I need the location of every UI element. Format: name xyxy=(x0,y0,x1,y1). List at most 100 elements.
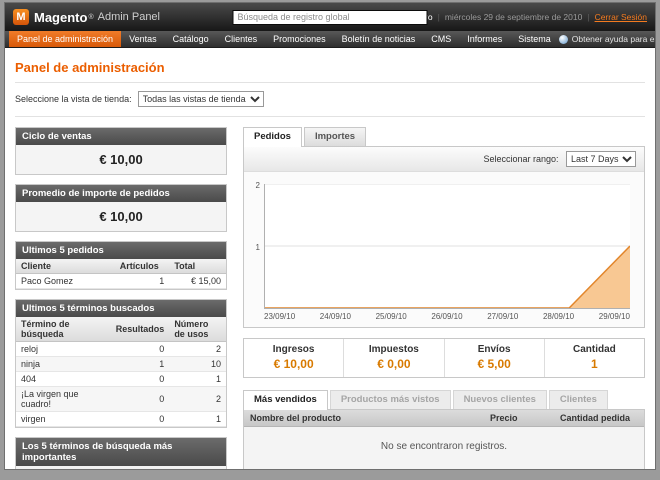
tab-productos-vistos[interactable]: Productos más vistos xyxy=(330,390,451,409)
table-cell: 0 xyxy=(111,412,170,427)
table-row[interactable]: virgen01 xyxy=(16,412,226,427)
table-row[interactable]: reloj02 xyxy=(16,342,226,357)
table-cell: 0 xyxy=(111,372,170,387)
table-cell: Paco Gomez xyxy=(16,274,115,289)
chart-toolbar: Seleccionar rango: Last 7 Days xyxy=(244,147,644,172)
dashboard-columns: Ciclo de ventas € 10,00 Promedio de impo… xyxy=(15,127,645,469)
table-cell: 1 xyxy=(169,412,226,427)
x-axis-label: 23/09/10 xyxy=(264,312,295,321)
help-label: Obtener ayuda para esta página xyxy=(572,34,656,44)
bestsellers-panel: Nombre del producto Precio Cantidad pedi… xyxy=(243,409,645,469)
stat-ingresos: Ingresos € 10,00 xyxy=(244,339,343,377)
plot-area xyxy=(264,184,630,309)
x-axis-label: 24/09/10 xyxy=(320,312,351,321)
logo-text: Magento xyxy=(34,10,87,25)
column-header: Total xyxy=(169,259,226,274)
table-row[interactable]: Paco Gomez1€ 15,00 xyxy=(16,274,226,289)
nav-item-sistema[interactable]: Sistema xyxy=(510,31,559,47)
column-header: Número de usos xyxy=(169,317,226,342)
nav-item-ventas[interactable]: Ventas xyxy=(121,31,165,47)
table-cell: reloj xyxy=(16,342,111,357)
help-link[interactable]: Obtener ayuda para esta página xyxy=(559,31,656,47)
range-select[interactable]: Last 7 Days xyxy=(566,151,636,167)
bestsellers-table: Nombre del producto Precio Cantidad pedi… xyxy=(244,410,644,427)
table-row[interactable]: ¡La virgen que cuadro!02 xyxy=(16,387,226,412)
main-nav: Panel de administración Ventas Catálogo … xyxy=(5,31,655,48)
column-header: Artículos xyxy=(115,259,170,274)
y-axis-label: 2 xyxy=(256,181,260,190)
column-header: Término de búsqueda xyxy=(16,317,111,342)
plot-wrap: 12 xyxy=(248,184,630,309)
table-cell: 2 xyxy=(169,342,226,357)
stat-label: Ingresos xyxy=(248,344,339,355)
products-tabs: Más vendidos Productos más vistos Nuevos… xyxy=(243,390,645,409)
table-cell: 0 xyxy=(111,387,170,412)
column-header: Número de usos xyxy=(169,466,226,469)
panel-title: Ciclo de ventas xyxy=(16,128,226,145)
table-row[interactable]: ninja110 xyxy=(16,357,226,372)
nav-item-clientes[interactable]: Clientes xyxy=(217,31,266,47)
table-cell: ninja xyxy=(16,357,111,372)
tab-importes[interactable]: Importes xyxy=(304,127,366,146)
nav-item-cms[interactable]: CMS xyxy=(423,31,459,47)
area-chart-svg xyxy=(265,184,630,308)
column-header: Nombre del producto xyxy=(244,410,484,427)
global-search-input[interactable] xyxy=(233,10,428,25)
content-area: Panel de administración Seleccione la vi… xyxy=(5,48,655,469)
table-cell: 1 xyxy=(169,372,226,387)
y-axis: 12 xyxy=(248,184,264,309)
last-orders-panel: Ultimos 5 pedidos Cliente Artículos Tota… xyxy=(15,241,227,290)
lifetime-sales-value: € 10,00 xyxy=(16,145,226,174)
tab-nuevos-clientes[interactable]: Nuevos clientes xyxy=(453,390,547,409)
tab-mas-vendidos[interactable]: Más vendidos xyxy=(243,390,328,410)
orders-chart-panel: Seleccionar rango: Last 7 Days 12 23/09 xyxy=(243,146,645,328)
tab-clientes[interactable]: Clientes xyxy=(549,390,608,409)
table-cell: virgen xyxy=(16,412,111,427)
nav-item-dashboard[interactable]: Panel de administración xyxy=(9,31,121,47)
table-cell: 2 xyxy=(169,387,226,412)
nav-item-informes[interactable]: Informes xyxy=(459,31,510,47)
average-orders-value: € 10,00 xyxy=(16,202,226,231)
right-column: Pedidos Importes Seleccionar rango: Last… xyxy=(243,127,645,469)
average-orders-panel: Promedio de importe de pedidos € 10,00 xyxy=(15,184,227,232)
x-axis-label: 29/09/10 xyxy=(599,312,630,321)
table-cell: 1 xyxy=(111,357,170,372)
x-axis: 23/09/1024/09/1025/09/1026/09/1027/09/10… xyxy=(248,312,630,321)
panel-title: Ultimos 5 términos buscados xyxy=(16,300,226,317)
header-date: miércoles 29 de septiembre de 2010 xyxy=(445,12,583,22)
stat-value: € 0,00 xyxy=(348,357,439,371)
top-search-terms-table: Término de búsqueda Resultados Número de… xyxy=(16,466,226,469)
x-axis-label: 28/09/10 xyxy=(543,312,574,321)
stat-value: € 10,00 xyxy=(248,357,339,371)
top-search-terms-panel: Los 5 términos de búsqueda más important… xyxy=(15,437,227,469)
magento-logo-icon: M xyxy=(13,9,29,25)
x-axis-label: 26/09/10 xyxy=(431,312,462,321)
nav-item-promociones[interactable]: Promociones xyxy=(265,31,334,47)
help-icon xyxy=(559,35,568,44)
nav-item-boletin[interactable]: Boletín de noticias xyxy=(334,31,424,47)
table-cell: 404 xyxy=(16,372,111,387)
page-title: Panel de administración xyxy=(15,60,645,75)
store-view-label: Seleccione la vista de tienda: xyxy=(15,94,132,104)
store-view-row: Seleccione la vista de tienda: Todas las… xyxy=(15,91,645,117)
stat-label: Cantidad xyxy=(549,344,640,355)
column-header: Precio xyxy=(484,410,554,427)
divider xyxy=(15,82,645,83)
table-cell: € 15,00 xyxy=(169,274,226,289)
magento-admin-window: M Magento ® Admin Panel Accedió como apa… xyxy=(4,2,656,470)
column-header: Cantidad pedida xyxy=(554,410,644,427)
last-orders-table: Cliente Artículos Total Paco Gomez1€ 15,… xyxy=(16,259,226,289)
chart-tabs: Pedidos Importes xyxy=(243,127,645,146)
tab-pedidos[interactable]: Pedidos xyxy=(243,127,302,147)
table-row[interactable]: 40401 xyxy=(16,372,226,387)
logout-link[interactable]: Cerrar Sesión xyxy=(595,12,647,22)
magento-logo[interactable]: M Magento ® Admin Panel xyxy=(13,9,160,25)
table-cell: 1 xyxy=(115,274,170,289)
x-axis-label: 27/09/10 xyxy=(487,312,518,321)
last-search-terms-panel: Ultimos 5 términos buscados Término de b… xyxy=(15,299,227,428)
orders-chart: 12 23/09/1024/09/1025/09/1026/09/1027/09… xyxy=(244,172,644,327)
header-bar: M Magento ® Admin Panel Accedió como apa… xyxy=(5,3,655,31)
store-view-select[interactable]: Todas las vistas de tienda xyxy=(138,91,264,107)
panel-title: Los 5 términos de búsqueda más important… xyxy=(16,438,226,466)
nav-item-catalogo[interactable]: Catálogo xyxy=(165,31,217,47)
